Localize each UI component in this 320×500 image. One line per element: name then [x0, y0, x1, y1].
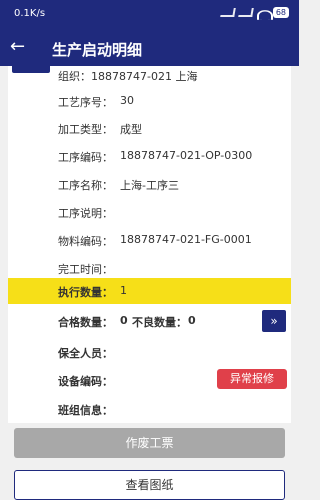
org-text: 组织：18878747-021 上海: [58, 70, 198, 83]
void-ticket-button[interactable]: 作废工票: [14, 428, 285, 458]
qty-row: 合格数量： 0 不良数量： 0 »: [8, 308, 291, 334]
material-value: 18878747-021-FG-0001: [120, 233, 252, 246]
op-desc-row: 工序说明：: [8, 199, 291, 225]
op-desc-label: 工序说明：: [58, 207, 113, 220]
maint-row: 保全人员：: [8, 339, 291, 365]
exec-qty-row: 执行数量： 1: [8, 278, 291, 304]
battery-icon: 68: [272, 7, 289, 18]
exec-qty-label: 执行数量：: [58, 286, 113, 299]
device-label: 设备编码：: [58, 375, 113, 388]
process-type-row: 加工类型： 成型: [8, 115, 291, 141]
device-row: 设备编码： 异常报修: [8, 367, 291, 393]
status-bar: 0.1K/s 68: [0, 0, 299, 26]
page-title: 生产启动明细: [52, 41, 143, 59]
bad-qty-label: 不良数量：: [132, 316, 187, 329]
process-seq-label: 工艺序号：: [58, 96, 113, 109]
op-name-label: 工序名称：: [58, 179, 113, 192]
op-code-label: 工序编码：: [58, 151, 113, 164]
abnormal-repair-button[interactable]: 异常报修: [217, 369, 287, 389]
op-code-value: 18878747-021-OP-0300: [120, 149, 253, 162]
good-qty-value: 0: [120, 314, 128, 327]
maint-label: 保全人员：: [58, 347, 113, 360]
app-header: 0.1K/s 68 ← 生产启动明细: [0, 0, 299, 66]
network-speed: 0.1K/s: [14, 8, 46, 19]
op-code-row: 工序编码： 18878747-021-OP-0300: [8, 143, 291, 169]
process-seq-row: 工艺序号： 30: [8, 88, 291, 114]
status-icons: 68: [220, 7, 289, 18]
signal-icon: [220, 8, 236, 17]
material-label: 物料编码：: [58, 235, 113, 248]
material-row: 物料编码： 18878747-021-FG-0001: [8, 227, 291, 253]
team-row: 班组信息：: [8, 396, 291, 422]
wifi-icon: [257, 8, 269, 18]
process-type-label: 加工类型：: [58, 123, 113, 136]
op-name-row: 工序名称： 上海-工序三: [8, 171, 291, 197]
next-button[interactable]: »: [262, 310, 286, 332]
process-seq-value: 30: [120, 94, 134, 107]
signal-icon: [238, 8, 254, 17]
op-name-value: 上海-工序三: [120, 179, 179, 192]
view-drawing-button[interactable]: 查看图纸: [14, 470, 285, 500]
exec-qty-value: 1: [120, 284, 127, 297]
team-label: 班组信息：: [58, 404, 113, 417]
good-qty-label: 合格数量：: [58, 316, 113, 329]
process-type-value: 成型: [120, 123, 142, 136]
bad-qty-value: 0: [188, 314, 196, 327]
finish-time-label: 完工时间：: [58, 263, 113, 276]
back-arrow-icon[interactable]: ←: [10, 36, 32, 58]
